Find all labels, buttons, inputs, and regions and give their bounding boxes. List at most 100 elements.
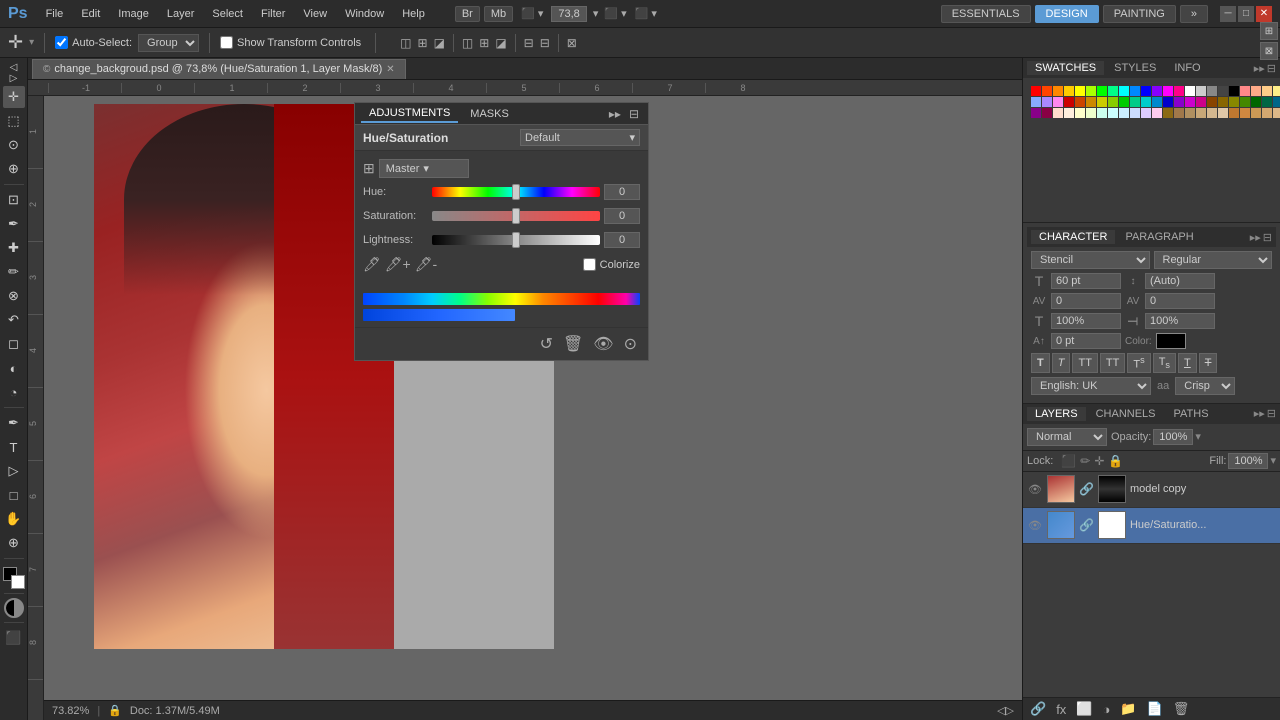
move-tool[interactable]: ✛ — [3, 86, 25, 108]
swatch-15[interactable] — [1196, 86, 1206, 96]
blend-mode-dropdown[interactable]: Normal — [1027, 428, 1107, 446]
move-tool-icon[interactable]: ✛ — [8, 32, 23, 53]
swatch-3[interactable] — [1064, 86, 1074, 96]
panel-toggle-icon[interactable]: ◁▷ — [3, 62, 25, 84]
align-center-h-icon[interactable]: ⊞ — [416, 34, 430, 52]
swatch-57[interactable] — [1086, 108, 1096, 118]
add-style-btn[interactable]: fx — [1053, 702, 1069, 717]
swatch-7[interactable] — [1108, 86, 1118, 96]
layer-eye-huesat[interactable]: 👁 — [1027, 517, 1043, 533]
swatch-13[interactable] — [1174, 86, 1184, 96]
swatch-r2-7[interactable] — [1240, 108, 1250, 118]
swatch-16[interactable] — [1207, 86, 1217, 96]
swatch-9[interactable] — [1130, 86, 1140, 96]
distribute-v-icon[interactable]: ⊟ — [538, 34, 552, 52]
swatch-59[interactable] — [1108, 108, 1118, 118]
design-workspace[interactable]: DESIGN — [1035, 5, 1099, 23]
swatch-21[interactable] — [1262, 86, 1272, 96]
swatch-38[interactable] — [1163, 97, 1173, 107]
arrange-icon[interactable]: ⊠ — [565, 34, 579, 52]
preset-dropdown[interactable]: Default ▾ — [520, 129, 640, 146]
text-color-swatch[interactable] — [1156, 333, 1186, 349]
tool-options-arrow[interactable]: ▾ — [29, 37, 34, 48]
eyedropper-tool[interactable]: ✒ — [3, 213, 25, 235]
eyedropper-add-icon[interactable]: 🖊+ — [385, 256, 411, 273]
swatch-43[interactable] — [1218, 97, 1228, 107]
zoom-tool[interactable]: ⊕ — [3, 532, 25, 554]
distribute-h-icon[interactable]: ⊟ — [522, 34, 536, 52]
font-style-dropdown[interactable]: Regular — [1154, 251, 1273, 269]
channels-tab[interactable]: CHANNELS — [1088, 407, 1164, 421]
subscript-btn[interactable]: Ts — [1153, 353, 1176, 373]
font-family-dropdown[interactable]: Stencil — [1031, 251, 1150, 269]
paths-tab[interactable]: PATHS — [1166, 407, 1217, 421]
swatch-34[interactable] — [1119, 97, 1129, 107]
target-icon[interactable]: ⊙ — [621, 334, 640, 354]
eyedropper-sub-icon[interactable]: 🖊- — [415, 256, 437, 273]
reset-layer-icon[interactable]: ↺ — [537, 334, 556, 354]
color-boxes[interactable] — [3, 567, 25, 589]
selection-tool[interactable]: ⬚ — [3, 110, 25, 132]
paragraph-tab[interactable]: PARAGRAPH — [1117, 230, 1201, 244]
swatch-10[interactable] — [1141, 86, 1151, 96]
saturation-slider[interactable] — [432, 211, 600, 221]
show-transform-checkbox[interactable] — [220, 36, 233, 49]
swatch-46[interactable] — [1251, 97, 1261, 107]
swatch-28[interactable] — [1053, 97, 1063, 107]
menu-image[interactable]: Image — [110, 6, 157, 22]
layer-link-icon-huesat[interactable]: 🔗 — [1079, 518, 1094, 532]
hue-slider[interactable] — [432, 187, 600, 197]
italic-btn[interactable]: T — [1052, 353, 1071, 373]
history-brush[interactable]: ↶ — [3, 309, 25, 331]
swatch-62[interactable] — [1141, 108, 1151, 118]
swatch-r2-0[interactable] — [1163, 108, 1173, 118]
swatch-1[interactable] — [1042, 86, 1052, 96]
swatch-56[interactable] — [1075, 108, 1085, 118]
swatches-action-2[interactable]: ⊠ — [1260, 42, 1278, 60]
swatch-22[interactable] — [1273, 86, 1280, 96]
file-tab[interactable]: © change_backgroud.psd @ 73,8% (Hue/Satu… — [32, 59, 406, 79]
kerning-input[interactable] — [1145, 293, 1215, 309]
menu-edit[interactable]: Edit — [73, 6, 108, 22]
language-dropdown[interactable]: English: UK — [1031, 377, 1151, 395]
info-tab[interactable]: INFO — [1166, 61, 1208, 75]
swatch-26[interactable] — [1031, 97, 1041, 107]
add-mask-btn[interactable]: ⬜ — [1073, 701, 1095, 717]
align-middle-v-icon[interactable]: ⊞ — [477, 34, 491, 52]
lock-position-icon[interactable]: ✛ — [1094, 454, 1104, 468]
swatch-r2-10[interactable] — [1273, 108, 1280, 118]
swatch-27[interactable] — [1042, 97, 1052, 107]
masks-tab[interactable]: MASKS — [462, 106, 517, 122]
new-adjustment-btn[interactable]: ◑ — [1100, 702, 1114, 717]
font-size-input[interactable] — [1051, 273, 1121, 289]
all-caps-btn[interactable]: TT — [1072, 353, 1097, 373]
swatch-20[interactable] — [1251, 86, 1261, 96]
swatch-60[interactable] — [1119, 108, 1129, 118]
small-caps-btn[interactable]: TT — [1100, 353, 1125, 373]
menu-layer[interactable]: Layer — [159, 6, 203, 22]
lock-transparent-icon[interactable]: ⬛ — [1061, 454, 1076, 468]
underline-btn[interactable]: T — [1178, 353, 1197, 373]
swatch-8[interactable] — [1119, 86, 1129, 96]
styles-tab[interactable]: STYLES — [1106, 61, 1164, 75]
quick-mask-icon[interactable] — [4, 598, 24, 618]
quick-select-tool[interactable]: ⊕ — [3, 158, 25, 180]
essentials-workspace[interactable]: ESSENTIALS — [941, 5, 1031, 23]
auto-select-checkbox[interactable] — [55, 36, 68, 49]
bold-btn[interactable]: T — [1031, 353, 1050, 373]
minimize-button[interactable]: ─ — [1220, 6, 1236, 22]
swatch-37[interactable] — [1152, 97, 1162, 107]
swatch-4[interactable] — [1075, 86, 1085, 96]
swatch-45[interactable] — [1240, 97, 1250, 107]
saturation-value[interactable] — [604, 208, 640, 224]
channel-selector[interactable]: Master ▾ — [379, 159, 469, 178]
show-transform-check[interactable]: Show Transform Controls — [220, 36, 361, 49]
swatch-19[interactable] — [1240, 86, 1250, 96]
painting-workspace[interactable]: PAINTING — [1103, 5, 1176, 23]
lightness-value[interactable] — [604, 232, 640, 248]
layer-eye-model[interactable]: 👁 — [1027, 481, 1043, 497]
swatches-tab[interactable]: SWATCHES — [1027, 61, 1104, 75]
swatch-5[interactable] — [1086, 86, 1096, 96]
menu-select[interactable]: Select — [204, 6, 251, 22]
align-left-icon[interactable]: ◫ — [398, 34, 413, 52]
